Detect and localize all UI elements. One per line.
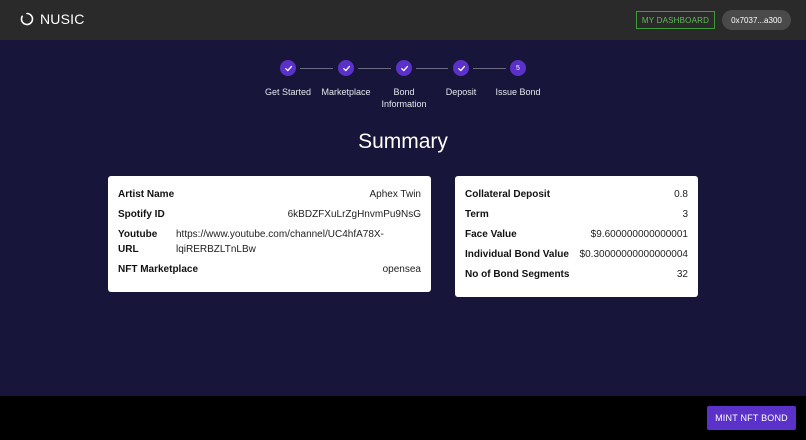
- mint-nft-bond-button[interactable]: MINT NFT BOND: [707, 406, 796, 430]
- artist-name-row: Artist Name Aphex Twin: [118, 187, 421, 202]
- check-icon: [457, 65, 465, 71]
- step-number: 5: [516, 64, 520, 72]
- individual-bond-value-value: $0.30000000000000004: [579, 249, 688, 260]
- brand-name: NUSIC: [40, 11, 85, 27]
- step-connector: [358, 68, 391, 69]
- youtube-url-label-line: Youtube: [118, 229, 158, 240]
- term-value: 3: [682, 209, 688, 220]
- youtube-url-value-line: https://www.youtube.com/channel/UC4hfA78…: [176, 229, 384, 240]
- youtube-url-label: Youtube URL: [118, 227, 164, 257]
- nft-marketplace-label: NFT Marketplace: [118, 264, 199, 275]
- step-2-complete: [338, 60, 354, 76]
- face-value-label: Face Value: [465, 229, 517, 240]
- youtube-url-label-line: URL: [118, 244, 139, 255]
- face-value-value: $9.600000000000001: [590, 229, 688, 240]
- my-dashboard-button[interactable]: MY DASHBOARD: [636, 11, 715, 29]
- spotify-id-label: Spotify ID: [118, 209, 165, 220]
- wallet-address-button[interactable]: 0x7037...a300: [722, 10, 791, 30]
- step-connector: [300, 68, 333, 69]
- spotify-id-row: Spotify ID 6kBDZFXuLrZgHnvmPu9NsG: [118, 207, 421, 222]
- check-icon: [284, 65, 292, 71]
- individual-bond-value-row: Individual Bond Value $0.300000000000000…: [465, 247, 688, 262]
- nft-marketplace-value: opensea: [382, 264, 421, 275]
- step-1-complete: [280, 60, 296, 76]
- individual-bond-value-label: Individual Bond Value: [465, 249, 569, 260]
- bond-segments-label: No of Bond Segments: [465, 269, 570, 280]
- bond-summary-card: Collateral Deposit 0.8 Term 3 Face Value…: [455, 176, 698, 297]
- collateral-deposit-label: Collateral Deposit: [465, 189, 551, 200]
- step-connector: [473, 68, 506, 69]
- step-label-text: Information: [381, 99, 427, 109]
- step-5-current: 5: [510, 60, 526, 76]
- bond-segments-value: 32: [676, 269, 688, 280]
- check-icon: [400, 65, 408, 71]
- youtube-url-value-line: lqiRERBZLTnLBw: [176, 244, 256, 255]
- nusic-logo-icon: [20, 12, 34, 26]
- bond-segments-row: No of Bond Segments 32: [465, 267, 688, 282]
- check-icon: [342, 65, 350, 71]
- collateral-deposit-value: 0.8: [674, 189, 688, 200]
- page-title: Summary: [358, 130, 448, 153]
- youtube-url-row: Youtube URL https://www.youtube.com/chan…: [118, 227, 421, 257]
- youtube-url-value: https://www.youtube.com/channel/UC4hfA78…: [176, 227, 421, 257]
- artist-name-value: Aphex Twin: [369, 189, 421, 200]
- nft-marketplace-row: NFT Marketplace opensea: [118, 262, 421, 277]
- term-row: Term 3: [465, 207, 688, 222]
- step-4-complete: [453, 60, 469, 76]
- collateral-deposit-row: Collateral Deposit 0.8: [465, 187, 688, 202]
- step-3-complete: [396, 60, 412, 76]
- face-value-row: Face Value $9.600000000000001: [465, 227, 688, 242]
- step-label-text: Issue Bond: [495, 87, 541, 97]
- step-connector: [416, 68, 448, 69]
- artist-name-label: Artist Name: [118, 189, 175, 200]
- step-label-issue-bond: Issue Bond: [483, 86, 553, 98]
- spotify-id-value: 6kBDZFXuLrZgHnvmPu9NsG: [287, 209, 421, 220]
- bottom-bar: [0, 396, 806, 440]
- term-label: Term: [465, 209, 489, 220]
- brand[interactable]: NUSIC: [20, 11, 85, 27]
- artist-summary-card: Artist Name Aphex Twin Spotify ID 6kBDZF…: [108, 176, 431, 292]
- progress-stepper: 5 Get Started Marketplace Bond Informati…: [0, 60, 806, 120]
